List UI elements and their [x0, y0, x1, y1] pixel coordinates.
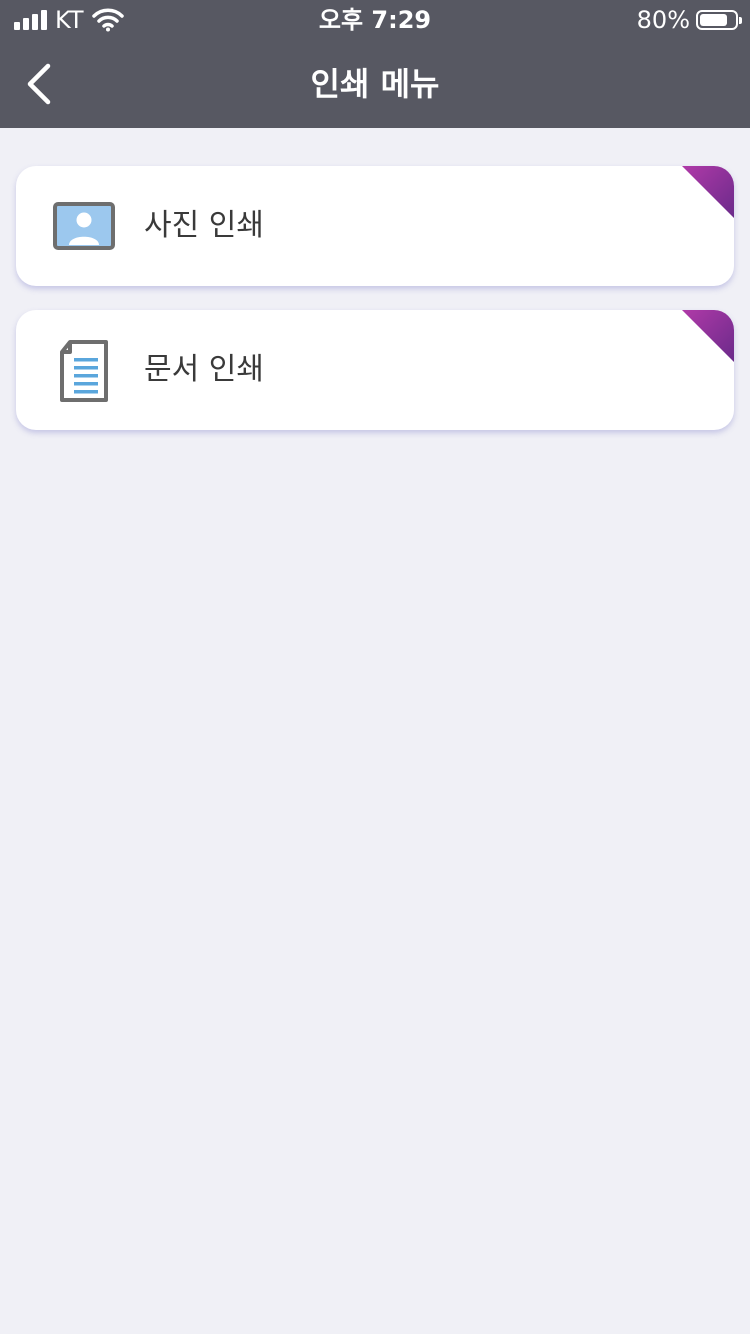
document-print-card[interactable]: 문서 인쇄: [16, 310, 734, 430]
document-icon: [60, 340, 108, 402]
photo-print-card[interactable]: 사진 인쇄: [16, 166, 734, 286]
battery-icon: [696, 10, 742, 30]
battery-percent: 80%: [636, 6, 690, 34]
print-menu-list: 사진 인쇄 문서 인쇄: [16, 166, 734, 454]
status-right: 80%: [636, 0, 742, 40]
photo-icon: [53, 202, 115, 250]
battery-fill: [700, 14, 727, 26]
nav-bar: 인쇄 메뉴: [0, 40, 750, 128]
document-print-label: 문서 인쇄: [144, 352, 264, 387]
corner-ribbon-icon: [682, 310, 734, 362]
status-bar: KT 오후 7:29 80%: [0, 0, 750, 40]
corner-ribbon-icon: [682, 166, 734, 218]
page-title: 인쇄 메뉴: [310, 65, 440, 103]
photo-print-label: 사진 인쇄: [144, 208, 264, 243]
